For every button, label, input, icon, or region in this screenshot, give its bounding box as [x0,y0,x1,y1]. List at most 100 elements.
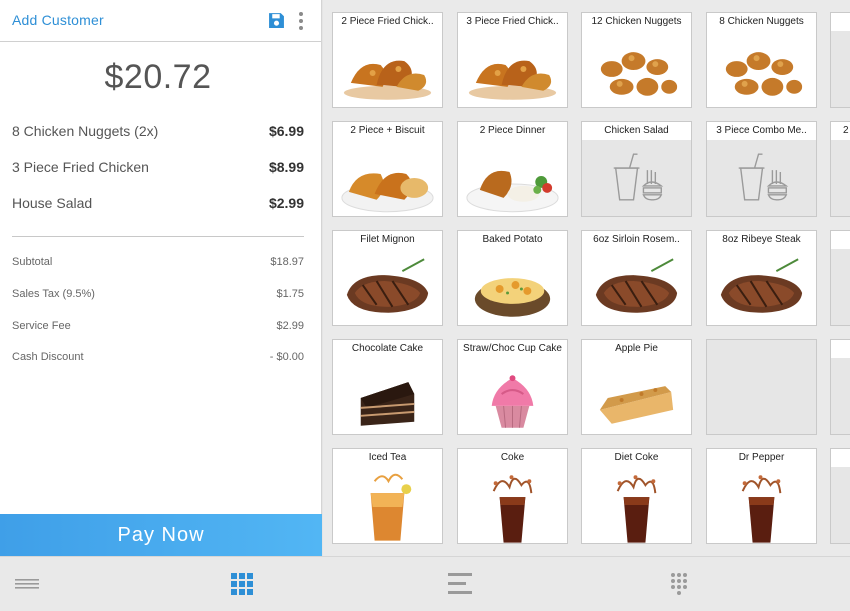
keypad-icon[interactable] [664,569,694,599]
menu-tile-image [831,31,850,107]
fried-chicken-image [333,31,442,107]
steak-image [333,249,442,325]
menu-tile[interactable]: Baked Potato [457,230,568,326]
order-header: Add Customer [0,0,321,42]
menu-tile-label: Diet Coke [582,449,691,467]
menu-tile[interactable]: 2 Piece Dinner [457,121,568,217]
menu-tile[interactable]: 12 Chicken Nuggets [581,12,692,108]
menu-tile-partial[interactable] [830,339,850,435]
apple-pie-image [582,358,691,434]
menu-tile-label: 2 Piece + Biscuit [333,122,442,140]
menu-tile-label: 2 Piece Dinner [458,122,567,140]
menu-tile[interactable]: Iced Tea [332,448,443,544]
steak-image [707,249,816,325]
summary-value: $18.97 [270,256,304,268]
cola-image [582,467,691,543]
line-item-price: $6.99 [268,123,304,139]
menu-tile-label: Straw/Choc Cup Cake [458,340,567,358]
line-item-name: 8 Chicken Nuggets (2x) [12,123,159,139]
menu-tile[interactable]: 6oz Sirloin Rosem.. [581,230,692,326]
menu-tile[interactable]: Coke [457,448,568,544]
chicken-dinner-image [458,140,567,216]
menu-tile[interactable]: Chicken Salad [581,121,692,217]
menu-tile[interactable]: Chocolate Cake [332,339,443,435]
menu-tile[interactable]: 3 Piece Fried Chick.. [457,12,568,108]
menu-tile-label [831,13,850,31]
menu-tile-label: Coke [458,449,567,467]
bottom-nav [0,556,850,611]
order-line-item[interactable]: House Salad $2.99 [12,195,304,215]
cola-image [458,467,567,543]
menu-tile[interactable]: Filet Mignon [332,230,443,326]
menu-tile-image [831,467,850,543]
menu-tile-label: 3 Piece Fried Chick.. [458,13,567,31]
menu-tile-image [831,140,850,216]
menu-tile-partial[interactable] [830,12,850,108]
menu-tile[interactable]: Dr Pepper [706,448,817,544]
pay-now-button[interactable]: Pay Now [0,514,322,556]
menu-tile-label [831,231,850,249]
menu-tile-label: 8oz Ribeye Steak [707,231,816,249]
line-item-name: House Salad [12,195,93,211]
menu-tile-empty[interactable] [706,339,817,435]
order-line-item[interactable]: 8 Chicken Nuggets (2x) $6.99 [12,123,304,143]
menu-tile[interactable]: 3 Piece Combo Me.. [706,121,817,217]
cola-image [707,467,816,543]
summary-label: Subtotal [12,256,53,268]
menu-tile-image [831,358,850,434]
summary-row-cash-discount: Cash Discount - $0.00 [12,351,304,367]
menu-tile-label: 8 Chicken Nuggets [707,13,816,31]
order-panel: Add Customer $20.72 8 Chicken Nuggets (2… [0,0,322,556]
list-icon[interactable] [445,569,475,599]
save-icon[interactable] [268,12,285,29]
menu-tile-label: 2 Piece Fried Chick.. [333,13,442,31]
summary-value: - $0.00 [269,351,304,363]
steak-image [582,249,691,325]
grid-icon[interactable] [227,569,257,599]
chicken-biscuit-image [333,140,442,216]
iced-tea-image [333,467,442,543]
add-customer-link[interactable]: Add Customer [12,12,104,28]
menu-tile[interactable]: 8 Chicken Nuggets [706,12,817,108]
menu-tile-label: 3 Piece Combo Me.. [707,122,816,140]
menu-tile[interactable]: Diet Coke [581,448,692,544]
menu-lines-icon[interactable] [12,569,42,599]
order-total: $20.72 [104,58,212,96]
menu-tile-label [831,449,850,467]
menu-tile-label [831,340,850,358]
menu-tile[interactable]: Apple Pie [581,339,692,435]
menu-tile-partial[interactable] [830,448,850,544]
menu-tile[interactable]: 8oz Ribeye Steak [706,230,817,326]
combo-placeholder-icon [707,140,816,216]
menu-tile-label: 12 Chicken Nuggets [582,13,691,31]
menu-tile-label: Chicken Salad [582,122,691,140]
menu-tile-label: Chocolate Cake [333,340,442,358]
baked-potato-image [458,249,567,325]
summary-value: $1.75 [276,288,304,300]
line-item-name: 3 Piece Fried Chicken [12,159,149,175]
menu-tile-image [831,249,850,325]
more-vertical-icon[interactable] [296,11,306,31]
menu-tile[interactable]: 2 Piece Fried Chick.. [332,12,443,108]
menu-tile[interactable]: Straw/Choc Cup Cake [457,339,568,435]
menu-tile-label: Apple Pie [582,340,691,358]
summary-label: Cash Discount [12,351,84,363]
combo-placeholder-icon [582,140,691,216]
menu-tile-label: Baked Potato [458,231,567,249]
fried-chicken-image [458,31,567,107]
menu-tile-partial[interactable]: 2 [830,121,850,217]
summary-row-subtotal: Subtotal $18.97 [12,256,304,272]
nuggets-image [707,31,816,107]
order-line-item[interactable]: 3 Piece Fried Chicken $8.99 [12,159,304,179]
menu-tile-partial[interactable] [830,230,850,326]
menu-tile-label: Dr Pepper [707,449,816,467]
pos-app: Add Customer $20.72 8 Chicken Nuggets (2… [0,0,850,611]
summary-divider [12,236,304,237]
line-item-price: $2.99 [268,195,304,211]
summary-label: Service Fee [12,320,71,332]
summary-value: $2.99 [276,320,304,332]
menu-tile-label: Filet Mignon [333,231,442,249]
line-item-price: $8.99 [268,159,304,175]
menu-tile[interactable]: 2 Piece + Biscuit [332,121,443,217]
menu-tile-label: Iced Tea [333,449,442,467]
